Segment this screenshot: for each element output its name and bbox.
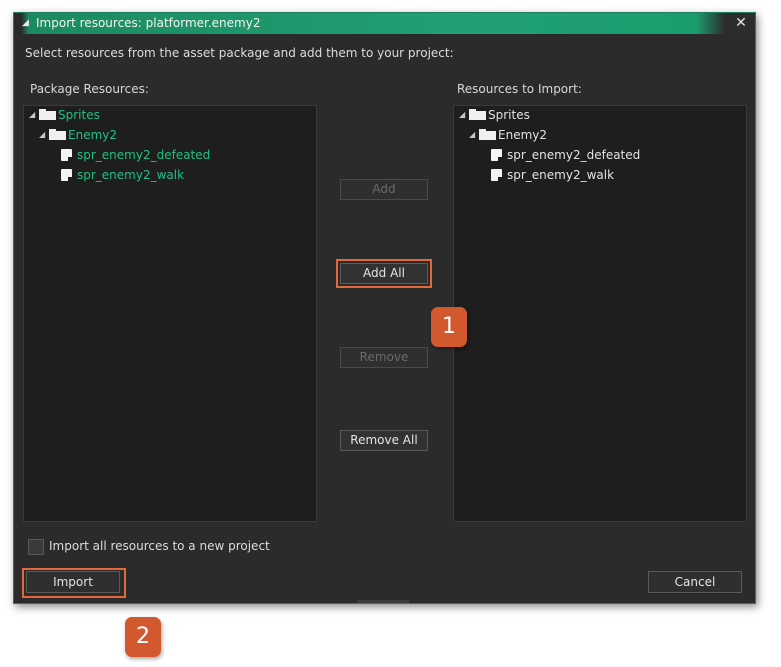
resources-to-import-tree[interactable]: ◢ Sprites ◢ Enemy2 spr_enemy2_defeated spr… xyxy=(453,105,747,522)
instructions-text: Select resources from the asset package … xyxy=(25,46,454,60)
tree-item-label: spr_enemy2_walk xyxy=(77,168,185,182)
folder-icon xyxy=(39,109,56,120)
callout-badge-1: 1 xyxy=(431,307,467,347)
tree-item-spr-enemy2-walk[interactable]: spr_enemy2_walk xyxy=(491,166,614,184)
tree-folder-label: Enemy2 xyxy=(498,128,547,142)
sprite-icon xyxy=(61,168,72,181)
expand-triangle-icon[interactable]: ◢ xyxy=(469,126,479,144)
tree-folder-enemy2[interactable]: ◢ Enemy2 xyxy=(39,126,117,144)
tree-folder-label: Enemy2 xyxy=(68,128,117,142)
resources-to-import-label: Resources to Import: xyxy=(457,82,582,96)
tree-folder-label: Sprites xyxy=(58,108,100,122)
import-resources-dialog: ◢ Import resources: platformer.enemy2 ✕ … xyxy=(13,12,756,604)
package-resources-tree[interactable]: ◢ Sprites ◢ Enemy2 spr_enemy2_defeated spr… xyxy=(23,105,317,522)
add-all-button[interactable]: Add All xyxy=(340,263,428,284)
folder-icon xyxy=(479,129,496,140)
new-project-checkbox[interactable] xyxy=(28,539,44,555)
cancel-button[interactable]: Cancel xyxy=(648,571,742,593)
tree-item-spr-enemy2-defeated[interactable]: spr_enemy2_defeated xyxy=(491,146,640,164)
folder-icon xyxy=(469,109,486,120)
tree-item-spr-enemy2-defeated[interactable]: spr_enemy2_defeated xyxy=(61,146,210,164)
folder-icon xyxy=(49,129,66,140)
tree-folder-enemy2[interactable]: ◢ Enemy2 xyxy=(469,126,547,144)
tree-item-spr-enemy2-walk[interactable]: spr_enemy2_walk xyxy=(61,166,184,184)
new-project-checkbox-label: Import all resources to a new project xyxy=(49,539,270,553)
remove-button[interactable]: Remove xyxy=(340,347,428,368)
package-resources-label: Package Resources: xyxy=(30,82,149,96)
remove-all-button[interactable]: Remove All xyxy=(340,430,428,451)
tree-item-label: spr_enemy2_defeated xyxy=(77,148,211,162)
tree-folder-label: Sprites xyxy=(488,108,530,122)
tree-item-label: spr_enemy2_walk xyxy=(507,168,615,182)
sprite-icon xyxy=(61,148,72,161)
tree-folder-sprites[interactable]: ◢ Sprites xyxy=(29,106,100,124)
expand-triangle-icon[interactable]: ◢ xyxy=(29,106,39,124)
title-bar[interactable]: ◢ Import resources: platformer.enemy2 ✕ xyxy=(14,13,755,34)
expand-triangle-icon[interactable]: ◢ xyxy=(459,106,469,124)
add-button[interactable]: Add xyxy=(340,179,428,200)
sprite-icon xyxy=(491,148,502,161)
import-button[interactable]: Import xyxy=(26,571,120,593)
dialog-title: Import resources: platformer.enemy2 xyxy=(36,16,261,30)
expand-triangle-icon[interactable]: ◢ xyxy=(39,126,49,144)
title-collapse-icon[interactable]: ◢ xyxy=(22,18,29,28)
tree-item-label: spr_enemy2_defeated xyxy=(507,148,641,162)
sprite-icon xyxy=(491,168,502,181)
callout-badge-2: 2 xyxy=(125,617,161,657)
close-icon[interactable]: ✕ xyxy=(733,14,749,32)
resize-grip[interactable] xyxy=(357,600,409,603)
tree-folder-sprites[interactable]: ◢ Sprites xyxy=(459,106,530,124)
